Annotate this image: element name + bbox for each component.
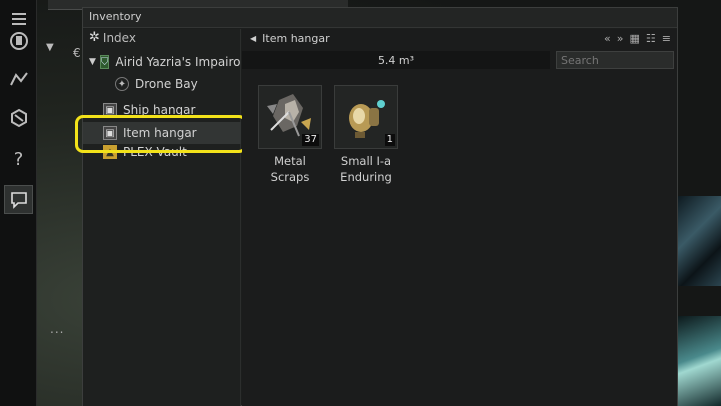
chart-icon <box>9 71 28 85</box>
neocom-button-character[interactable] <box>4 26 33 55</box>
item-quantity: 37 <box>302 134 319 146</box>
tree-item-label: Airid Yazria's Impairor <box>115 55 241 69</box>
item-name: Metal Scraps <box>270 154 310 184</box>
metal-scraps-icon[interactable]: 37 <box>258 85 322 149</box>
neocom-button-market[interactable] <box>4 64 33 93</box>
item-quantity: 1 <box>384 134 395 146</box>
inventory-tree: ✲ Index ▼ ⛉ Airid Yazria's Impairor ✦ Dr… <box>75 29 247 406</box>
tree-item-label: PLEX Vault <box>123 145 187 159</box>
background-right <box>678 0 721 406</box>
neocom-button-industry[interactable] <box>4 103 33 132</box>
ship-icon: ⛉ <box>99 55 110 69</box>
view-toolbar: « » ▦ ☷ ≡ <box>604 32 671 45</box>
character-icon <box>9 31 28 50</box>
shield-booster-icon[interactable]: 1 <box>334 85 398 149</box>
expand-arrow-icon[interactable]: ▼ <box>89 57 96 67</box>
tree-header[interactable]: ✲ Index <box>83 29 240 46</box>
location-icon: € <box>73 46 81 60</box>
search-input[interactable] <box>556 51 674 69</box>
hangar-icon: ▣ <box>103 103 117 117</box>
breadcrumb-label: Item hangar <box>262 31 330 45</box>
chat-icon <box>10 191 27 209</box>
tree-item-label: Ship hangar <box>123 103 196 117</box>
item-small-i-a-enduring[interactable]: 1 Small I-a Enduring <box>334 85 398 185</box>
chevron-down-icon[interactable]: ▼ <box>46 42 54 53</box>
plex-icon: ▲ <box>103 145 117 159</box>
item-metal-scraps[interactable]: 37 Metal Scraps <box>258 85 322 185</box>
tree-item-item-hangar[interactable]: ▣ Item hangar <box>83 122 241 144</box>
caret-left-icon[interactable]: ◀ <box>250 34 256 43</box>
tree-item-ship-hangar[interactable]: ▣ Ship hangar <box>83 99 241 121</box>
hangar-icon: ▣ <box>103 126 117 140</box>
volume-readout: 5.4 m³ <box>377 53 415 67</box>
hex-icon <box>10 108 27 127</box>
tree-item-label: Item hangar <box>123 126 197 140</box>
drone-icon: ✦ <box>115 77 129 91</box>
tree-header-label: Index <box>102 30 136 45</box>
item-grid: 37 Metal Scraps 1 Small I-a Enduring <box>258 85 398 185</box>
tree-item-plex-vault[interactable]: ▲ PLEX Vault <box>83 145 241 159</box>
list-view-icon[interactable]: ≡ <box>662 32 671 45</box>
item-name: Small I-a Enduring <box>340 154 392 184</box>
background-image-2 <box>678 316 721 406</box>
capacity-bar: 5.4 m³ <box>242 51 550 69</box>
neocom-more-dots[interactable]: ... <box>50 322 64 336</box>
details-view-icon[interactable]: ☷ <box>646 32 656 45</box>
inventory-content: ◀ Item hangar « » ▦ ☷ ≡ 5.4 m³ Search 37… <box>242 29 677 406</box>
grid-view-icon[interactable]: ▦ <box>630 32 640 45</box>
help-icon: ? <box>13 149 24 170</box>
neocom-sidebar: ? <box>0 0 37 406</box>
neocom-button-chat[interactable] <box>4 185 33 214</box>
window-title[interactable]: Inventory <box>83 8 677 28</box>
tree-item-ship[interactable]: ▼ ⛉ Airid Yazria's Impairor <box>83 51 241 73</box>
collapse-left-icon[interactable]: « <box>604 32 611 45</box>
background-image-1 <box>678 196 721 286</box>
expand-right-icon[interactable]: » <box>617 32 624 45</box>
inventory-window: Inventory ✲ Index ▼ ⛉ Airid Yazria's Imp… <box>75 7 678 406</box>
tree-item-label: Drone Bay <box>135 77 198 91</box>
neocom-button-help[interactable]: ? <box>4 145 33 174</box>
menu-icon <box>11 12 26 25</box>
tree-item-drone-bay[interactable]: ✦ Drone Bay <box>83 73 241 95</box>
gear-icon[interactable]: ✲ <box>89 30 100 45</box>
